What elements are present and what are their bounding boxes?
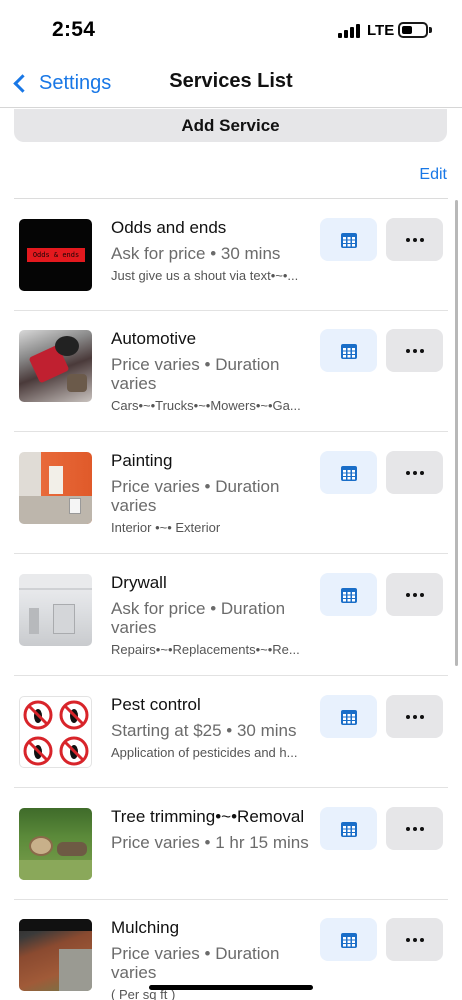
no-bugs-grid — [23, 700, 89, 766]
navigation-bar: Settings Services List — [0, 60, 462, 108]
service-name: Pest control — [111, 695, 201, 714]
service-name: Automotive — [111, 329, 197, 348]
home-indicator[interactable] — [149, 985, 313, 990]
service-description: Interior •~• Exterior — [111, 520, 221, 535]
service-description: Just give us a shout via text•~•... — [111, 268, 299, 283]
service-name: Tree trimming•~•Removal — [111, 807, 305, 826]
service-description: Cars•~•Trucks•~•Mowers•~•Ga... — [111, 398, 301, 413]
ellipsis-icon — [405, 937, 424, 942]
service-name: Odds and ends — [111, 218, 227, 237]
service-description: Application of pesticides and h... — [111, 745, 298, 760]
calendar-button[interactable] — [320, 807, 377, 850]
status-time: 2:54 — [52, 18, 96, 41]
calendar-button[interactable] — [320, 918, 377, 961]
more-options-button[interactable] — [386, 329, 443, 372]
tree-photo — [19, 808, 92, 880]
service-price-duration: Price varies • 1 hr 15 mins — [111, 833, 309, 852]
drywall-photo — [19, 574, 92, 646]
calendar-icon — [340, 465, 357, 481]
calendar-icon — [340, 821, 357, 837]
ellipsis-icon — [405, 826, 424, 831]
ellipsis-icon — [405, 592, 424, 597]
service-name: Painting — [111, 451, 173, 470]
calendar-button[interactable] — [320, 573, 377, 616]
battery-cap — [429, 27, 432, 33]
more-options-button[interactable] — [386, 918, 443, 961]
ellipsis-icon — [405, 237, 424, 242]
service-row[interactable]: Automotive Price varies • Duration varie… — [0, 310, 462, 421]
more-options-button[interactable] — [386, 218, 443, 261]
service-price-duration: Price varies • Duration varies — [111, 944, 280, 982]
calendar-icon — [340, 343, 357, 359]
mulching-photo — [19, 919, 92, 991]
calendar-button[interactable] — [320, 451, 377, 494]
painting-photo — [19, 452, 92, 524]
status-bar: 2:54 LTE — [0, 0, 462, 60]
service-row[interactable]: Odds & ends Odds and ends Ask for price … — [0, 199, 462, 310]
service-name: Mulching — [111, 918, 180, 937]
calendar-button[interactable] — [320, 218, 377, 261]
service-row[interactable]: Tree trimming•~•Removal Price varies • 1… — [0, 788, 462, 899]
service-row[interactable]: Pest control Starting at $25 • 30 mins A… — [0, 676, 462, 787]
service-price-duration: Price varies • Duration varies — [111, 477, 280, 515]
service-price-duration: Ask for price • Duration varies — [111, 599, 286, 637]
automotive-photo — [19, 330, 92, 402]
calendar-icon — [340, 709, 357, 725]
battery-icon — [398, 22, 428, 38]
no-bugs-icon — [19, 696, 92, 768]
odds-and-ends-logo: Odds & ends — [19, 219, 92, 291]
network-type: LTE — [367, 22, 395, 39]
service-price-duration: Starting at $25 • 30 mins — [111, 721, 297, 740]
ellipsis-icon — [405, 348, 424, 353]
service-row[interactable]: Painting Price varies • Duration varies … — [0, 432, 462, 543]
page-title: Services List — [169, 70, 293, 92]
service-description: Repairs•~•Replacements•~•Re... — [111, 642, 300, 657]
cellular-signal-icon — [338, 24, 360, 38]
scrollbar[interactable] — [455, 200, 458, 666]
add-service-button[interactable]: Add Service — [14, 109, 447, 142]
thumb-text: Odds & ends — [32, 251, 80, 259]
calendar-icon — [340, 932, 357, 948]
more-options-button[interactable] — [386, 807, 443, 850]
more-options-button[interactable] — [386, 573, 443, 616]
service-row[interactable]: Drywall Ask for price • Duration varies … — [0, 554, 462, 665]
more-options-button[interactable] — [386, 695, 443, 738]
more-options-button[interactable] — [386, 451, 443, 494]
ellipsis-icon — [405, 470, 424, 475]
calendar-button[interactable] — [320, 329, 377, 372]
calendar-button[interactable] — [320, 695, 377, 738]
service-price-duration: Price varies • Duration varies — [111, 355, 280, 393]
service-price-duration: Ask for price • 30 mins — [111, 244, 281, 263]
calendar-icon — [340, 232, 357, 248]
edit-button[interactable]: Edit — [419, 166, 447, 184]
calendar-icon — [340, 587, 357, 603]
ellipsis-icon — [405, 714, 424, 719]
service-name: Drywall — [111, 573, 167, 592]
